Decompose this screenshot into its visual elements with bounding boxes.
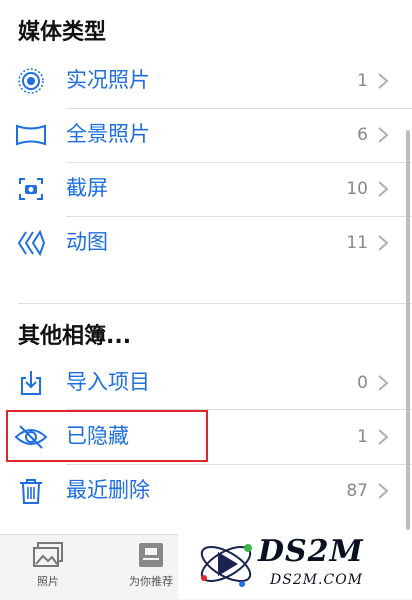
tab-label: 为你推荐 [129, 575, 173, 588]
item-count: 1 [357, 71, 368, 91]
list-item-label: 全景照片 [66, 122, 150, 146]
chevron-right-icon [376, 233, 390, 253]
section-title-other-albums: 其他相簿... [18, 324, 132, 349]
chevron-right-icon [376, 481, 390, 501]
chevron-right-icon [376, 373, 390, 393]
watermark: DS2M DS2M.COM [178, 530, 412, 599]
list-item-recently-deleted[interactable]: 最近删除 87 [0, 464, 412, 518]
list-item-label: 截屏 [66, 176, 108, 200]
list-item-label: 动图 [66, 230, 108, 254]
chevron-right-icon [376, 427, 390, 447]
chevron-right-icon [376, 125, 390, 145]
tab-photos[interactable]: 照片 [18, 541, 78, 589]
watermark-title: DS2M [258, 534, 364, 569]
item-count: 87 [346, 481, 368, 501]
list-item-label: 导入项目 [66, 370, 150, 394]
live-photo-icon [14, 66, 48, 96]
animated-icon [14, 228, 48, 258]
import-icon [14, 368, 48, 398]
list-item-panoramas[interactable]: 全景照片 6 [0, 108, 412, 162]
list-item-label: 最近删除 [66, 478, 150, 502]
section-title-media-types: 媒体类型 [18, 20, 107, 45]
list-item-live-photos[interactable]: 实况照片 1 [0, 54, 412, 108]
chevron-right-icon [376, 179, 390, 199]
list-item-screenshots[interactable]: 截屏 10 [0, 162, 412, 216]
panorama-icon [14, 120, 48, 150]
screenshot-icon [14, 174, 48, 204]
watermark-logo-icon [196, 534, 256, 598]
trash-icon [14, 476, 48, 506]
for-you-icon [135, 541, 167, 569]
tab-for-you[interactable]: 为你推荐 [121, 541, 181, 589]
chevron-right-icon [376, 71, 390, 91]
item-count: 1 [357, 427, 368, 447]
item-count: 6 [357, 125, 368, 145]
list-item-imports[interactable]: 导入项目 0 [0, 356, 412, 410]
highlight-box [6, 410, 208, 462]
item-count: 0 [357, 373, 368, 393]
item-count: 10 [346, 179, 368, 199]
section-divider [18, 303, 412, 304]
watermark-subtitle: DS2M.COM [270, 572, 364, 588]
tab-label: 照片 [37, 575, 59, 588]
list-item-animated[interactable]: 动图 11 [0, 216, 412, 270]
item-count: 11 [346, 233, 368, 253]
list-item-label: 实况照片 [66, 68, 150, 92]
photos-icon [32, 541, 64, 569]
scrollbar[interactable] [406, 130, 410, 530]
